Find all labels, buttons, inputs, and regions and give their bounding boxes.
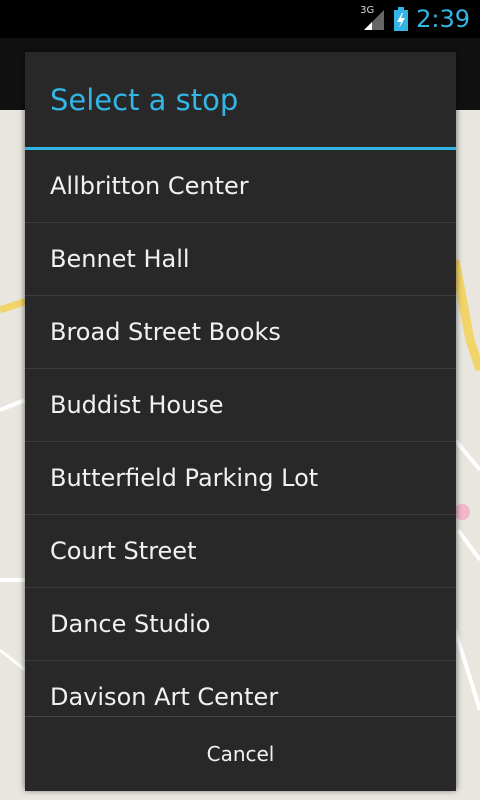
dialog-title: Select a stop — [50, 83, 239, 117]
list-item[interactable]: Court Street — [25, 515, 456, 588]
status-icons: 3G 2:39 — [360, 0, 470, 38]
signal-icon: 3G — [360, 5, 386, 32]
network-type-label: 3G — [360, 5, 375, 16]
list-item[interactable]: Allbritton Center — [25, 150, 456, 223]
status-bar: 3G 2:39 — [0, 0, 480, 38]
battery-charging-icon — [394, 7, 409, 31]
stop-list[interactable]: Allbritton Center Bennet Hall Broad Stre… — [25, 150, 456, 766]
list-item[interactable]: Broad Street Books — [25, 296, 456, 369]
status-clock: 2:39 — [416, 5, 470, 33]
dialog-button-bar: Cancel — [25, 716, 456, 791]
list-item[interactable]: Buddist House — [25, 369, 456, 442]
list-item[interactable]: Bennet Hall — [25, 223, 456, 296]
select-stop-dialog: Select a stop Allbritton Center Bennet H… — [25, 52, 456, 791]
cancel-button[interactable]: Cancel — [25, 717, 456, 791]
list-item[interactable]: Butterfield Parking Lot — [25, 442, 456, 515]
list-item[interactable]: Dance Studio — [25, 588, 456, 661]
